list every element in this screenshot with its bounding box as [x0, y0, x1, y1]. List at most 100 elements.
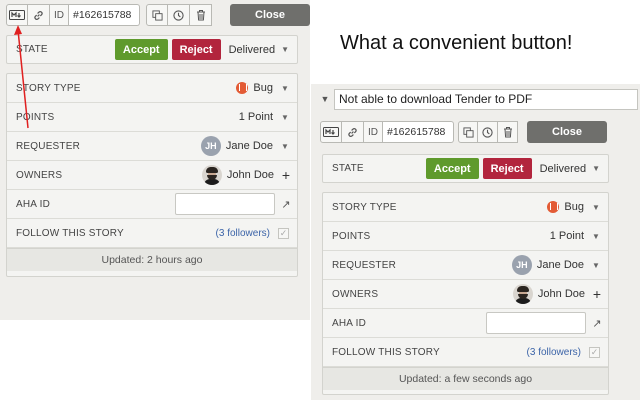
copy-markdown-button[interactable]	[320, 121, 342, 143]
owners-row: OWNERS John Doe +	[323, 280, 608, 309]
story-type-row[interactable]: STORY TYPE Bug ▼	[7, 74, 297, 103]
aha-id-label: AHA ID	[332, 317, 366, 329]
story-title-row: ▼ Not able to download Tender to PDF	[316, 88, 638, 110]
copy-link-button[interactable]	[342, 121, 364, 143]
updated-timestamp: Updated: a few seconds ago	[323, 367, 608, 390]
follow-label: FOLLOW THIS STORY	[332, 346, 440, 358]
avatar	[512, 284, 533, 304]
link-icon	[34, 10, 43, 20]
owners-row: OWNERS John Doe +	[7, 161, 297, 190]
caret-down-icon[interactable]: ▼	[281, 142, 289, 151]
checkbox-icon[interactable]: ✓	[278, 227, 289, 239]
state-box: STATE Accept Reject Delivered ▼	[6, 35, 298, 64]
story-id-field[interactable]: #162615788	[383, 121, 454, 143]
story-info-box: STORY TYPE Bug ▼ POINTS 1 Point ▼ REQUES…	[6, 73, 298, 277]
follow-row: FOLLOW THIS STORY (3 followers) ✓	[323, 338, 608, 367]
story-toolbar: ID #162615788 Close	[6, 3, 310, 27]
close-button[interactable]: Close	[230, 4, 310, 26]
followers-link[interactable]: (3 followers)	[216, 228, 270, 239]
story-type-label: STORY TYPE	[16, 82, 81, 94]
clock-icon	[173, 9, 184, 21]
accept-button[interactable]: Accept	[114, 39, 168, 60]
markdown-icon	[323, 127, 339, 137]
clone-icon	[462, 126, 474, 138]
story-type-label: STORY TYPE	[332, 201, 397, 213]
avatar: JH	[200, 136, 221, 156]
story-type-value: Bug	[564, 201, 584, 213]
bug-icon	[236, 82, 249, 94]
bug-icon	[547, 201, 560, 213]
clone-icon	[151, 9, 163, 21]
delete-story-button[interactable]	[498, 121, 518, 143]
trash-icon	[503, 127, 512, 138]
story-type-row[interactable]: STORY TYPE Bug ▼	[323, 193, 608, 222]
trash-icon	[196, 10, 205, 21]
state-value[interactable]: Delivered	[229, 44, 275, 56]
requester-value: Jane Doe	[536, 259, 584, 271]
markdown-icon	[9, 10, 25, 20]
follow-label: FOLLOW THIS STORY	[16, 227, 124, 239]
points-row[interactable]: POINTS 1 Point ▼	[7, 103, 297, 132]
clone-story-button[interactable]	[458, 121, 478, 143]
requester-label: REQUESTER	[332, 259, 397, 271]
caret-down-icon[interactable]: ▼	[281, 45, 289, 54]
points-label: POINTS	[332, 230, 371, 242]
plus-icon[interactable]: +	[281, 167, 291, 183]
avatar: JH	[511, 255, 532, 275]
owner-value[interactable]: John Doe	[227, 169, 274, 181]
id-label: ID	[50, 4, 69, 26]
aha-id-row: AHA ID ↗	[7, 190, 297, 219]
clone-story-button[interactable]	[146, 4, 168, 26]
owner-value[interactable]: John Doe	[538, 288, 585, 300]
requester-row[interactable]: REQUESTER JH Jane Doe ▼	[323, 251, 608, 280]
story-panel-before: ID #162615788 Close STATE Accept Reject …	[0, 0, 310, 320]
reject-button[interactable]: Reject	[171, 39, 221, 60]
checkbox-icon[interactable]: ✓	[589, 346, 600, 358]
points-label: POINTS	[16, 111, 55, 123]
state-label: STATE	[332, 163, 364, 174]
close-button[interactable]: Close	[527, 121, 607, 143]
caret-down-icon[interactable]: ▼	[592, 232, 600, 241]
aha-id-input[interactable]	[486, 312, 586, 334]
updated-timestamp: Updated: 2 hours ago	[7, 248, 297, 271]
points-row[interactable]: POINTS 1 Point ▼	[323, 222, 608, 251]
aha-id-label: AHA ID	[16, 198, 50, 210]
story-info-box: STORY TYPE Bug ▼ POINTS 1 Point ▼ REQUES…	[322, 192, 609, 395]
external-link-icon[interactable]: ↗	[592, 317, 602, 330]
accept-button[interactable]: Accept	[425, 158, 479, 179]
caret-down-icon[interactable]: ▼	[592, 203, 600, 212]
requester-value: Jane Doe	[225, 140, 273, 152]
history-button[interactable]	[478, 121, 498, 143]
state-box: STATE Accept Reject Delivered ▼	[322, 154, 609, 183]
story-toolbar: ID #162615788 Close	[320, 120, 607, 144]
followers-link[interactable]: (3 followers)	[527, 347, 581, 358]
reject-button[interactable]: Reject	[482, 158, 532, 179]
points-value: 1 Point	[238, 111, 273, 123]
delete-story-button[interactable]	[190, 4, 212, 26]
requester-row[interactable]: REQUESTER JH Jane Doe ▼	[7, 132, 297, 161]
plus-icon[interactable]: +	[592, 286, 602, 302]
collapse-caret-icon[interactable]: ▼	[316, 94, 334, 104]
caret-down-icon[interactable]: ▼	[281, 113, 289, 122]
story-title-input[interactable]: Not able to download Tender to PDF	[334, 88, 638, 110]
owners-label: OWNERS	[16, 169, 63, 181]
avatar	[201, 165, 222, 185]
story-id-field[interactable]: #162615788	[69, 4, 140, 26]
points-value: 1 Point	[549, 230, 584, 242]
owners-label: OWNERS	[332, 288, 379, 300]
aha-id-input[interactable]	[175, 193, 275, 215]
caret-down-icon[interactable]: ▼	[281, 84, 289, 93]
requester-label: REQUESTER	[16, 140, 81, 152]
story-type-value: Bug	[253, 82, 273, 94]
caret-down-icon[interactable]: ▼	[592, 164, 600, 173]
caret-down-icon[interactable]: ▼	[592, 261, 600, 270]
aha-id-row: AHA ID ↗	[323, 309, 608, 338]
link-icon	[348, 127, 357, 137]
copy-markdown-button[interactable]	[6, 4, 28, 26]
caption-text: What a convenient button!	[340, 32, 573, 54]
state-value[interactable]: Delivered	[540, 163, 586, 175]
clock-icon	[482, 126, 493, 138]
external-link-icon[interactable]: ↗	[281, 198, 291, 211]
copy-link-button[interactable]	[28, 4, 50, 26]
history-button[interactable]	[168, 4, 190, 26]
